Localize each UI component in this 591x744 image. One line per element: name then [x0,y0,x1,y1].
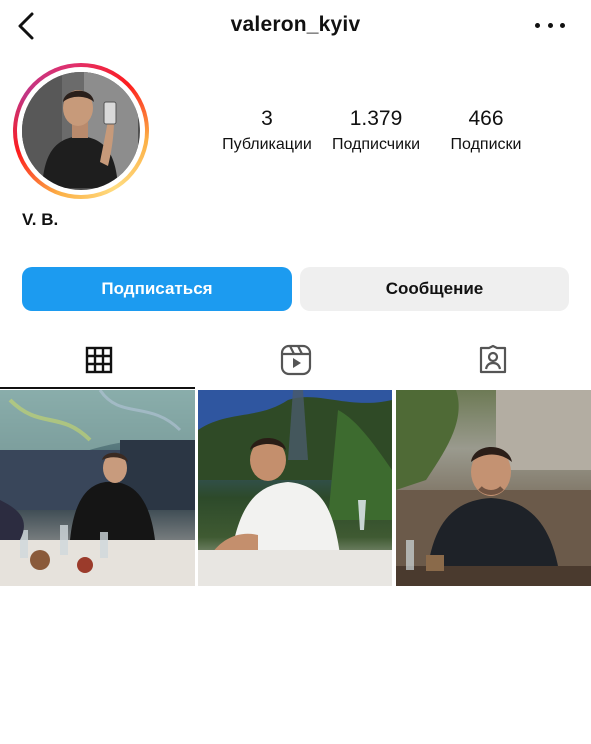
stat-value: 3 [261,107,273,130]
avatar [22,72,140,190]
tab-reels[interactable] [197,332,394,388]
stat-following[interactable]: 466 Подписки [438,106,534,156]
stat-followers[interactable]: 1.379 Подписчики [325,106,427,156]
top-bar: valeron_kyiv [0,0,591,56]
active-tab-indicator [0,387,195,389]
reels-icon [280,344,311,376]
stat-label: Подписчики [331,136,420,153]
stat-value: 466 [468,107,504,130]
profile-tabs [0,332,591,390]
profile-full-name: V. B. [22,210,59,229]
post-thumbnail[interactable] [0,390,195,586]
stat-posts: 3 Публикации [212,106,322,156]
story-ring[interactable] [13,63,149,199]
profile-stats: 3 Публикации 1.379 Подписчики 466 Подпис… [212,106,542,166]
posts-grid [0,390,591,586]
profile-username: valeron_kyiv [230,13,361,36]
post-thumbnail[interactable] [198,390,392,586]
tagged-icon [479,344,506,374]
post-photo-restaurant [0,390,195,586]
post-photo-terrace [198,390,392,586]
tab-tagged[interactable] [394,332,591,388]
grid-icon [85,346,112,374]
tab-posts-grid[interactable] [0,332,197,388]
post-thumbnail[interactable] [396,390,591,586]
post-photo-cafe [396,390,591,586]
more-options-button[interactable] [535,18,565,32]
avatar-photo [22,72,138,188]
stat-label: Подписки [450,136,522,153]
stat-value: 1.379 [349,107,403,130]
stat-label: Публикации [222,136,312,153]
more-horizontal-icon [535,22,540,28]
message-button[interactable]: Сообщение [300,267,569,311]
follow-button[interactable]: Подписаться [22,267,292,311]
